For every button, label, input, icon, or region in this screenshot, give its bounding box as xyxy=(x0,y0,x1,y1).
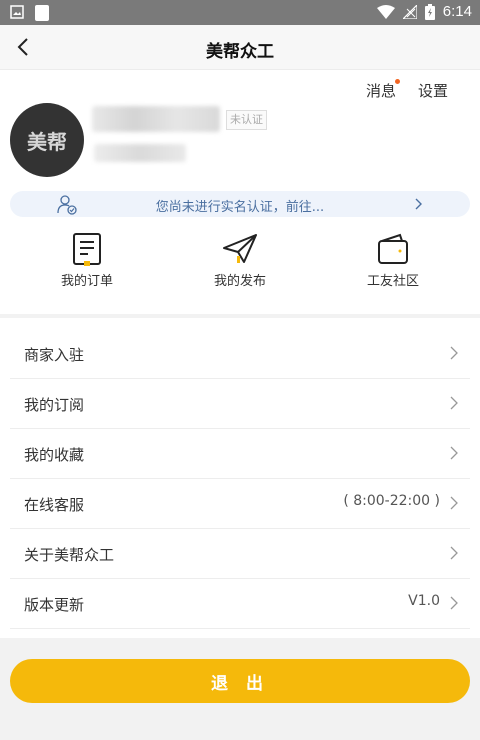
nav-bar: 美帮众工 xyxy=(0,25,480,70)
paper-plane-icon xyxy=(223,234,257,263)
menu-item-subscriptions[interactable]: 我的订阅 xyxy=(10,378,470,429)
username-blurred xyxy=(92,106,220,132)
worker-community-label: 工友社区 xyxy=(366,274,419,289)
version-number: V1.0 xyxy=(408,593,440,609)
chevron-right-icon xyxy=(450,596,458,610)
menu-item-label: 商家入驻 xyxy=(24,346,85,364)
menu-item-label: 我的订阅 xyxy=(24,396,85,414)
chevron-right-icon xyxy=(450,396,458,410)
my-orders-button[interactable]: 我的订单 xyxy=(32,232,142,289)
menu-item-merchant-join[interactable]: 商家入驻 xyxy=(10,328,470,379)
messages-link[interactable]: 消息 xyxy=(366,80,396,101)
clock: 6:14 xyxy=(442,3,472,20)
profile-card: 消息 设置 美帮 未认证 您尚未进行实名认证，前往... 我的订单 我的发布 工… xyxy=(0,70,480,314)
menu-item-customer-service[interactable]: 在线客服 ( 8:00-22:00 ) xyxy=(10,478,470,529)
my-posts-label: 我的发布 xyxy=(213,274,266,289)
verify-status-badge: 未认证 xyxy=(226,110,267,130)
no-signal-icon xyxy=(402,4,417,19)
image-notification-icon xyxy=(10,5,24,19)
menu-item-favorites[interactable]: 我的收藏 xyxy=(10,428,470,479)
wallet-icon xyxy=(378,233,408,264)
user-subtitle-blurred xyxy=(94,144,186,162)
wifi-icon xyxy=(376,4,395,19)
menu-item-label: 我的收藏 xyxy=(24,446,85,464)
chevron-right-icon xyxy=(450,546,458,560)
verify-banner[interactable]: 您尚未进行实名认证，前往... xyxy=(10,191,470,217)
verify-banner-text: 您尚未进行实名认证，前往... xyxy=(155,200,325,215)
settings-link[interactable]: 设置 xyxy=(418,80,448,101)
unread-dot xyxy=(395,79,400,84)
status-bar: 6:14 xyxy=(0,0,480,25)
page-title: 美帮众工 xyxy=(206,42,274,62)
order-doc-icon xyxy=(73,233,101,266)
app-notification-icon xyxy=(35,5,49,21)
worker-community-button[interactable]: 工友社区 xyxy=(338,232,448,289)
menu-item-label: 在线客服 xyxy=(24,496,85,514)
chevron-right-icon xyxy=(450,496,458,510)
chevron-right-icon xyxy=(450,346,458,360)
menu-item-label: 版本更新 xyxy=(24,596,85,614)
avatar-text: 美帮 xyxy=(27,129,67,154)
menu-item-about[interactable]: 关于美帮众工 xyxy=(10,528,470,579)
menu-item-label: 关于美帮众工 xyxy=(24,546,115,564)
chevron-right-icon xyxy=(450,446,458,460)
avatar[interactable]: 美帮 xyxy=(10,103,84,177)
my-orders-label: 我的订单 xyxy=(60,274,113,289)
settings-menu: 商家入驻 我的订阅 我的收藏 在线客服 ( 8:00-22:00 ) 关于美帮众… xyxy=(0,318,480,638)
menu-item-version-update[interactable]: 版本更新 V1.0 xyxy=(10,578,470,629)
battery-charging-icon xyxy=(424,3,435,20)
my-posts-button[interactable]: 我的发布 xyxy=(185,232,295,289)
service-hours: ( 8:00-22:00 ) xyxy=(343,493,440,509)
chevron-right-icon xyxy=(415,198,422,210)
logout-button[interactable]: 退 出 xyxy=(10,659,470,703)
